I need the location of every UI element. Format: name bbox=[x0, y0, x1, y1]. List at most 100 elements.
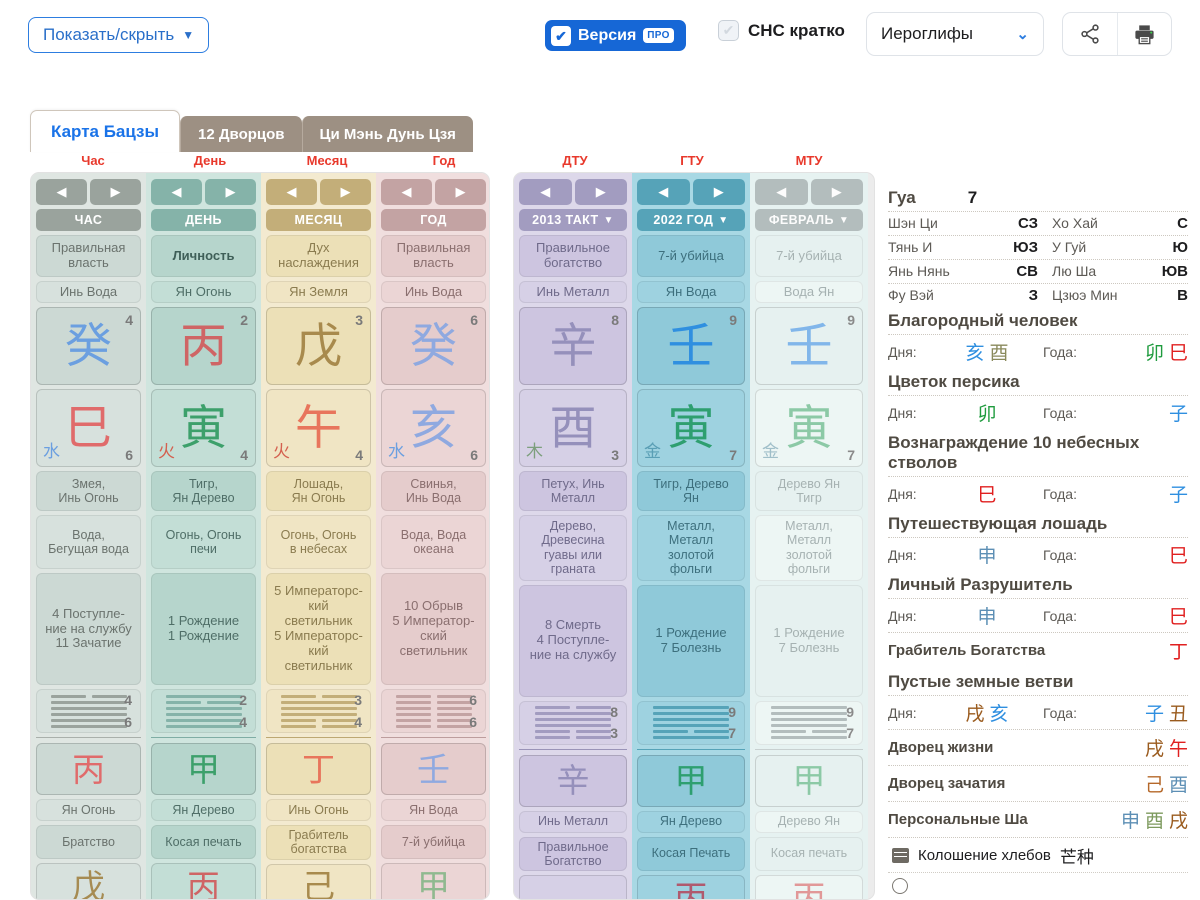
hidden-stem-cell-2[interactable]: 戊 bbox=[36, 863, 141, 899]
calendar-icon bbox=[892, 848, 909, 864]
earthly-branch-cell[interactable]: 巳6 水 bbox=[36, 389, 141, 467]
gua-value-left: З bbox=[1028, 287, 1038, 305]
snc-short-checkbox[interactable]: ✔ СНС кратко bbox=[718, 20, 845, 41]
ten-god-label: Личность bbox=[151, 235, 256, 277]
nav-right-arrow-icon[interactable]: ▶ bbox=[692, 179, 745, 205]
nav-left-arrow-icon[interactable]: ◀ bbox=[36, 179, 87, 205]
hidden-stem-cell[interactable]: 甲 bbox=[151, 743, 256, 795]
noble-person-title: Благородный человек bbox=[888, 311, 1078, 331]
hidden-stem-cell-2[interactable]: 己 bbox=[266, 863, 371, 899]
heavenly-stem-number: 2 bbox=[240, 312, 248, 328]
pillar-period-selector-mtu[interactable]: ФЕВРАЛЬ ▼ bbox=[755, 209, 863, 231]
earthly-branch-cell[interactable]: 亥6 水 bbox=[381, 389, 486, 467]
nav-left-arrow-icon[interactable]: ◀ bbox=[266, 179, 317, 205]
pillar-nav-arrows: ◀ ▶ bbox=[266, 179, 371, 205]
nav-right-arrow-icon[interactable]: ▶ bbox=[574, 179, 627, 205]
earthly-branch-glyph: 巳 bbox=[65, 400, 112, 456]
peach-blossom-day-label: Дня: bbox=[888, 404, 917, 421]
stem-element-label: Инь Вода bbox=[36, 281, 141, 303]
heavenly-stem-cell[interactable]: 癸4 bbox=[36, 307, 141, 385]
branch-glyph: 申 bbox=[977, 545, 997, 568]
heavenly-stem-cell[interactable]: 壬9 bbox=[637, 307, 745, 385]
peach-blossom-title: Цветок персика bbox=[888, 372, 1020, 392]
earthly-branch-cell[interactable]: 寅7 金 bbox=[755, 389, 863, 467]
hexagram-bottom-number: 7 bbox=[846, 725, 854, 742]
pillar-period-selector-dtu[interactable]: 2013 ТАКТ ▼ bbox=[519, 209, 627, 231]
pillar-period-selector-month[interactable]: МЕСЯЦ bbox=[266, 209, 371, 231]
pillar-period-selector-gtu[interactable]: 2022 ГОД ▼ bbox=[637, 209, 745, 231]
nav-left-arrow-icon[interactable]: ◀ bbox=[755, 179, 808, 205]
hidden-stem-cell[interactable]: 甲 bbox=[637, 754, 745, 807]
hidden-stem-cell-2[interactable] bbox=[519, 875, 627, 899]
pillar-period-selector-day[interactable]: ДЕНЬ bbox=[151, 209, 256, 231]
earthly-branch-number: 6 bbox=[470, 446, 478, 463]
earthly-branch-number: 7 bbox=[847, 446, 855, 463]
pillar-period-selector-hour[interactable]: ЧАС bbox=[36, 209, 141, 231]
pillar-column-gtu: ◀ ▶ 2022 ГОД ▼ 7-й убийца Ян Вода 壬 9 寅 7 金 Тигр, Д… bbox=[632, 173, 750, 899]
hidden-stem-god: Братство bbox=[36, 825, 141, 859]
earthly-branch-cell[interactable]: 午4 火 bbox=[266, 389, 371, 467]
empty-branches-year-label: Года: bbox=[1043, 704, 1077, 721]
snc-short-label: СНС кратко bbox=[748, 20, 845, 40]
nav-left-arrow-icon[interactable]: ◀ bbox=[381, 179, 432, 205]
hidden-stem-cell[interactable]: 甲 bbox=[755, 754, 863, 807]
hidden-stem-cell[interactable]: 辛 bbox=[519, 754, 627, 807]
display-mode-select[interactable]: Иероглифы ⌄ bbox=[866, 12, 1044, 56]
hidden-stem-element: Ян Дерево bbox=[637, 810, 745, 833]
ten-stem-reward-year-label: Года: bbox=[1043, 485, 1077, 502]
print-button[interactable] bbox=[1116, 13, 1172, 55]
hidden-stem-cell[interactable]: 丁 bbox=[266, 743, 371, 795]
hidden-stem-cell[interactable]: 壬 bbox=[381, 743, 486, 795]
hexagram-bottom-number: 3 bbox=[610, 725, 618, 742]
pillar-nav-arrows: ◀ ▶ bbox=[637, 179, 745, 205]
hidden-stem-element: Инь Металл bbox=[519, 810, 627, 833]
empty-branches-values: Дня: 戌亥 Года: 子丑 bbox=[888, 695, 1188, 729]
nav-left-arrow-icon[interactable]: ◀ bbox=[637, 179, 690, 205]
gua-direction-row: Янь Нянь СВ Лю Ша ЮВ bbox=[888, 259, 1188, 283]
ten-god-label: 7-й убийца bbox=[755, 235, 863, 277]
hidden-stem-cell-2[interactable]: 丙 bbox=[151, 863, 256, 899]
heavenly-stem-cell[interactable]: 丙2 bbox=[151, 307, 256, 385]
gua-value-right: В bbox=[1177, 287, 1188, 305]
heavenly-stem-glyph: 壬 bbox=[785, 318, 833, 374]
branch-element-glyph: 火 bbox=[158, 442, 175, 463]
earthly-branch-cell[interactable]: 酉3 木 bbox=[519, 389, 627, 467]
gua-label: Гуа bbox=[888, 188, 916, 207]
nayin-label: Металл, Металл золотой фольги bbox=[755, 515, 863, 581]
nayin-label: Огонь, Огонь в небесах bbox=[266, 515, 371, 569]
hidden-stem-cell-2[interactable]: 丙 bbox=[637, 874, 745, 899]
tab-1[interactable]: 12 Дворцов bbox=[180, 116, 302, 152]
hexagram-cell: 34 bbox=[266, 689, 371, 733]
earthly-branch-cell[interactable]: 寅4 火 bbox=[151, 389, 256, 467]
wealth-robber-label: Грабитель Богатства bbox=[888, 642, 1046, 660]
hidden-stem-cell-2[interactable]: 甲 bbox=[381, 863, 486, 899]
peach-blossom-year-glyphs: 子 bbox=[1091, 399, 1188, 426]
hidden-stem-element: Ян Вода bbox=[381, 799, 486, 821]
nav-left-arrow-icon[interactable]: ◀ bbox=[151, 179, 202, 205]
nav-right-arrow-icon[interactable]: ▶ bbox=[90, 179, 141, 205]
pro-version-toggle[interactable]: ✔ Версия ПРО bbox=[545, 20, 686, 51]
hidden-stem-cell-2[interactable]: 丙 bbox=[755, 874, 863, 899]
heavenly-stem-cell[interactable]: 癸6 bbox=[381, 307, 486, 385]
heavenly-stem-cell[interactable]: 戊3 bbox=[266, 307, 371, 385]
nav-right-arrow-icon[interactable]: ▶ bbox=[435, 179, 486, 205]
earthly-branch-cell[interactable]: 寅7 金 bbox=[637, 389, 745, 467]
earthly-branch-glyph: 寅 bbox=[785, 400, 833, 456]
heavenly-stem-cell[interactable]: 壬9 bbox=[755, 307, 863, 385]
section-divider bbox=[151, 737, 256, 738]
pro-version-label: Версия bbox=[578, 26, 637, 44]
tab-2[interactable]: Ци Мэнь Дунь Цзя bbox=[301, 116, 473, 152]
show-hide-button[interactable]: Показать/скрыть ▼ bbox=[28, 17, 210, 53]
info-sidebar: Гуа 7 Шэн Ци СЗ Хо Хай С Тянь И ЮЗ У Гуй Ю Янь Нян… bbox=[888, 184, 1188, 898]
share-button[interactable] bbox=[1063, 13, 1117, 55]
nav-right-arrow-icon[interactable]: ▶ bbox=[810, 179, 863, 205]
pillar-column-year: ◀ ▶ ГОД Правильная власть Инь Вода 癸 6 亥 6 水 Свинь… bbox=[376, 173, 489, 899]
pillar-period-selector-year[interactable]: ГОД bbox=[381, 209, 486, 231]
hidden-stem-cell[interactable]: 丙 bbox=[36, 743, 141, 795]
nav-right-arrow-icon[interactable]: ▶ bbox=[320, 179, 371, 205]
nav-right-arrow-icon[interactable]: ▶ bbox=[205, 179, 256, 205]
tab-0[interactable]: Карта Бацзы bbox=[30, 110, 181, 152]
gua-key-left: Тянь И bbox=[888, 239, 933, 256]
heavenly-stem-cell[interactable]: 辛8 bbox=[519, 307, 627, 385]
nav-left-arrow-icon[interactable]: ◀ bbox=[519, 179, 572, 205]
